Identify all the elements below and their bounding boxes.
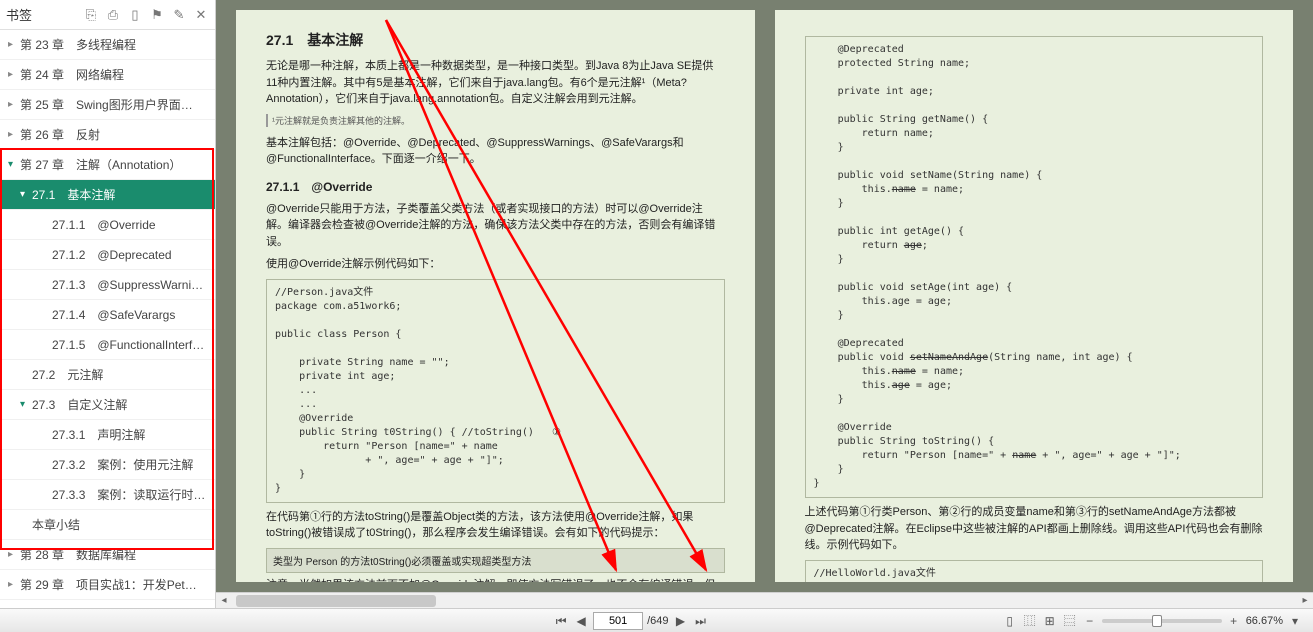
zoom-in-button[interactable]: + bbox=[1226, 613, 1242, 629]
para: 无论是哪一种注解，本质上都是一种数据类型，是一种接口类型。到Java 8为止Ja… bbox=[266, 58, 725, 108]
code-block: //Person.java文件 package com.a51work6; pu… bbox=[266, 279, 725, 503]
bookmark-label: 第 24 章 网络编程 bbox=[20, 66, 124, 83]
bookmark-label: 27.3.3 案例：读取运行时… bbox=[52, 486, 205, 503]
tree-arrow-icon: ▾ bbox=[8, 159, 20, 170]
bookmark-item-6[interactable]: 27.1.1 @Override bbox=[0, 210, 215, 240]
bookmark-label: 27.3.1 声明注解 bbox=[52, 426, 145, 443]
bookmark-item-4[interactable]: ▾第 27 章 注解（Annotation） bbox=[0, 150, 215, 180]
scroll-right-button[interactable]: ▸ bbox=[1297, 593, 1313, 608]
sb-icon-0[interactable]: ⎘ bbox=[83, 7, 99, 23]
tree-arrow-icon: ▸ bbox=[8, 39, 20, 50]
bookmark-label: 27.1.1 @Override bbox=[52, 216, 156, 233]
bookmark-item-16[interactable]: 本章小结 bbox=[0, 510, 215, 540]
next-page-button[interactable]: ▶ bbox=[673, 613, 689, 629]
page-total-label: /649 bbox=[647, 615, 668, 627]
tree-arrow-icon: ▾ bbox=[20, 399, 32, 410]
para-note: 注意 当然如果该方法前面不加@Override注解，即使方法写错误了，也不会有编… bbox=[266, 577, 725, 583]
bookmark-item-10[interactable]: 27.1.5 @FunctionalInterf… bbox=[0, 330, 215, 360]
sb-icon-3[interactable]: ⚑ bbox=[149, 7, 165, 23]
bookmark-item-12[interactable]: ▾27.3 自定义注解 bbox=[0, 390, 215, 420]
zoom-knob[interactable] bbox=[1152, 615, 1162, 627]
bookmark-item-18[interactable]: ▸第 29 章 项目实战1：开发Pet… bbox=[0, 570, 215, 600]
sb-icon-1[interactable]: ⎙ bbox=[105, 7, 121, 23]
sidebar-header: 书签 ⎘ ⎙ ▯ ⚑ ✎ ✕ bbox=[0, 0, 215, 30]
code-block: //HelloWorld.java文件 package com.a51work6… bbox=[805, 560, 1264, 583]
code-block: @Deprecated protected String name; priva… bbox=[805, 36, 1264, 498]
para: 上述代码第①行类Person、第②行的成员变量name和第③行的setNameA… bbox=[805, 504, 1264, 554]
prev-page-button[interactable]: ◀ bbox=[573, 613, 589, 629]
bookmark-label: 第 29 章 项目实战1：开发Pet… bbox=[20, 576, 197, 593]
first-page-button[interactable]: ⏮ bbox=[553, 613, 569, 629]
bookmark-item-1[interactable]: ▸第 24 章 网络编程 bbox=[0, 60, 215, 90]
tree-arrow-icon: ▸ bbox=[8, 129, 20, 140]
view-mode-1-icon[interactable]: ▯ bbox=[1002, 613, 1018, 629]
zoom-dropdown-icon[interactable]: ▾ bbox=[1287, 613, 1303, 629]
document-viewport: 27.1 基本注解 无论是哪一种注解，本质上都是一种数据类型，是一种接口类型。到… bbox=[216, 0, 1313, 608]
bookmark-item-2[interactable]: ▸第 25 章 Swing图形用户界面… bbox=[0, 90, 215, 120]
tree-arrow-icon: ▸ bbox=[8, 549, 20, 560]
page-right: @Deprecated protected String name; priva… bbox=[775, 10, 1294, 582]
bookmark-label: 第 25 章 Swing图形用户界面… bbox=[20, 96, 193, 113]
page-nav: ⏮ ◀ /649 ▶ ⏭ bbox=[260, 612, 1002, 630]
bookmark-item-9[interactable]: 27.1.4 @SafeVarargs bbox=[0, 300, 215, 330]
bookmark-item-5[interactable]: ▾27.1 基本注解 bbox=[0, 180, 215, 210]
tree-arrow-icon: ▾ bbox=[20, 189, 32, 200]
bookmark-label: 27.1 基本注解 bbox=[32, 186, 115, 203]
view-mode-3-icon[interactable]: ⊞ bbox=[1042, 613, 1058, 629]
tree-arrow-icon: ▸ bbox=[8, 99, 20, 110]
bookmark-item-15[interactable]: 27.3.3 案例：读取运行时… bbox=[0, 480, 215, 510]
view-mode-2-icon[interactable]: ⿲ bbox=[1022, 613, 1038, 629]
zoom-controls: ▯ ⿲ ⊞ ⿳ − + 66.67% ▾ bbox=[1002, 613, 1313, 629]
last-page-button[interactable]: ⏭ bbox=[693, 613, 709, 629]
bookmark-label: 27.1.4 @SafeVarargs bbox=[52, 306, 175, 323]
para: 使用@Override注解示例代码如下： bbox=[266, 256, 725, 273]
bookmark-item-14[interactable]: 27.3.2 案例：使用元注解 bbox=[0, 450, 215, 480]
bookmark-label: 第 28 章 数据库编程 bbox=[20, 546, 136, 563]
para: 基本注解包括：@Override、@Deprecated、@SuppressWa… bbox=[266, 135, 725, 168]
bookmarks-sidebar: 书签 ⎘ ⎙ ▯ ⚑ ✎ ✕ ▸第 23 章 多线程编程▸第 24 章 网络编程… bbox=[0, 0, 216, 608]
bookmark-item-8[interactable]: 27.1.3 @SuppressWarni… bbox=[0, 270, 215, 300]
heading-27-1: 27.1 基本注解 bbox=[266, 30, 725, 50]
footnote: ¹元注解就是负责注解其他的注解。 bbox=[266, 114, 725, 127]
tree-arrow-icon: ▸ bbox=[8, 69, 20, 80]
bookmark-label: 27.1.2 @Deprecated bbox=[52, 246, 172, 263]
sb-icon-5[interactable]: ✕ bbox=[193, 7, 209, 23]
bookmark-label: 27.1.5 @FunctionalInterf… bbox=[52, 336, 204, 353]
bookmark-item-7[interactable]: 27.1.2 @Deprecated bbox=[0, 240, 215, 270]
sb-icon-4[interactable]: ✎ bbox=[171, 7, 187, 23]
bookmark-label: 27.3 自定义注解 bbox=[32, 396, 127, 413]
view-mode-4-icon[interactable]: ⿳ bbox=[1062, 613, 1078, 629]
bookmark-label: 第 26 章 反射 bbox=[20, 126, 100, 143]
error-message-box: 类型为 Person 的方法t0String()必须覆盖或实现超类型方法 bbox=[266, 548, 725, 573]
zoom-slider[interactable] bbox=[1102, 619, 1222, 623]
tree-arrow-icon: ▸ bbox=[8, 579, 20, 590]
bookmark-item-17[interactable]: ▸第 28 章 数据库编程 bbox=[0, 540, 215, 570]
bookmark-item-11[interactable]: 27.2 元注解 bbox=[0, 360, 215, 390]
bookmark-item-3[interactable]: ▸第 26 章 反射 bbox=[0, 120, 215, 150]
scroll-left-button[interactable]: ◂ bbox=[216, 593, 232, 608]
page-left: 27.1 基本注解 无论是哪一种注解，本质上都是一种数据类型，是一种接口类型。到… bbox=[236, 10, 755, 582]
zoom-percent-label: 66.67% bbox=[1246, 615, 1283, 627]
sb-icon-2[interactable]: ▯ bbox=[127, 7, 143, 23]
bookmark-label: 27.2 元注解 bbox=[32, 366, 103, 383]
para: @Override只能用于方法，子类覆盖父类方法（或者实现接口的方法）时可以@O… bbox=[266, 201, 725, 251]
bookmark-label: 27.3.2 案例：使用元注解 bbox=[52, 456, 193, 473]
page-number-input[interactable] bbox=[593, 612, 643, 630]
bookmark-item-0[interactable]: ▸第 23 章 多线程编程 bbox=[0, 30, 215, 60]
para: 在代码第①行的方法toString()是覆盖Object类的方法，该方法使用@O… bbox=[266, 509, 725, 542]
bookmark-label: 本章小结 bbox=[32, 516, 80, 533]
scroll-thumb[interactable] bbox=[236, 595, 436, 607]
heading-27-1-1: 27.1.1 @Override bbox=[266, 178, 725, 195]
zoom-out-button[interactable]: − bbox=[1082, 613, 1098, 629]
status-bar: ⏮ ◀ /649 ▶ ⏭ ▯ ⿲ ⊞ ⿳ − + 66.67% ▾ bbox=[0, 608, 1313, 632]
horizontal-scrollbar[interactable]: ◂ ▸ bbox=[216, 592, 1313, 608]
bookmark-tree[interactable]: ▸第 23 章 多线程编程▸第 24 章 网络编程▸第 25 章 Swing图形… bbox=[0, 30, 215, 608]
sidebar-title: 书签 bbox=[6, 5, 32, 24]
bookmark-label: 27.1.3 @SuppressWarni… bbox=[52, 276, 203, 293]
bookmark-item-13[interactable]: 27.3.1 声明注解 bbox=[0, 420, 215, 450]
bookmark-label: 第 27 章 注解（Annotation） bbox=[20, 156, 181, 173]
bookmark-label: 第 23 章 多线程编程 bbox=[20, 36, 136, 53]
